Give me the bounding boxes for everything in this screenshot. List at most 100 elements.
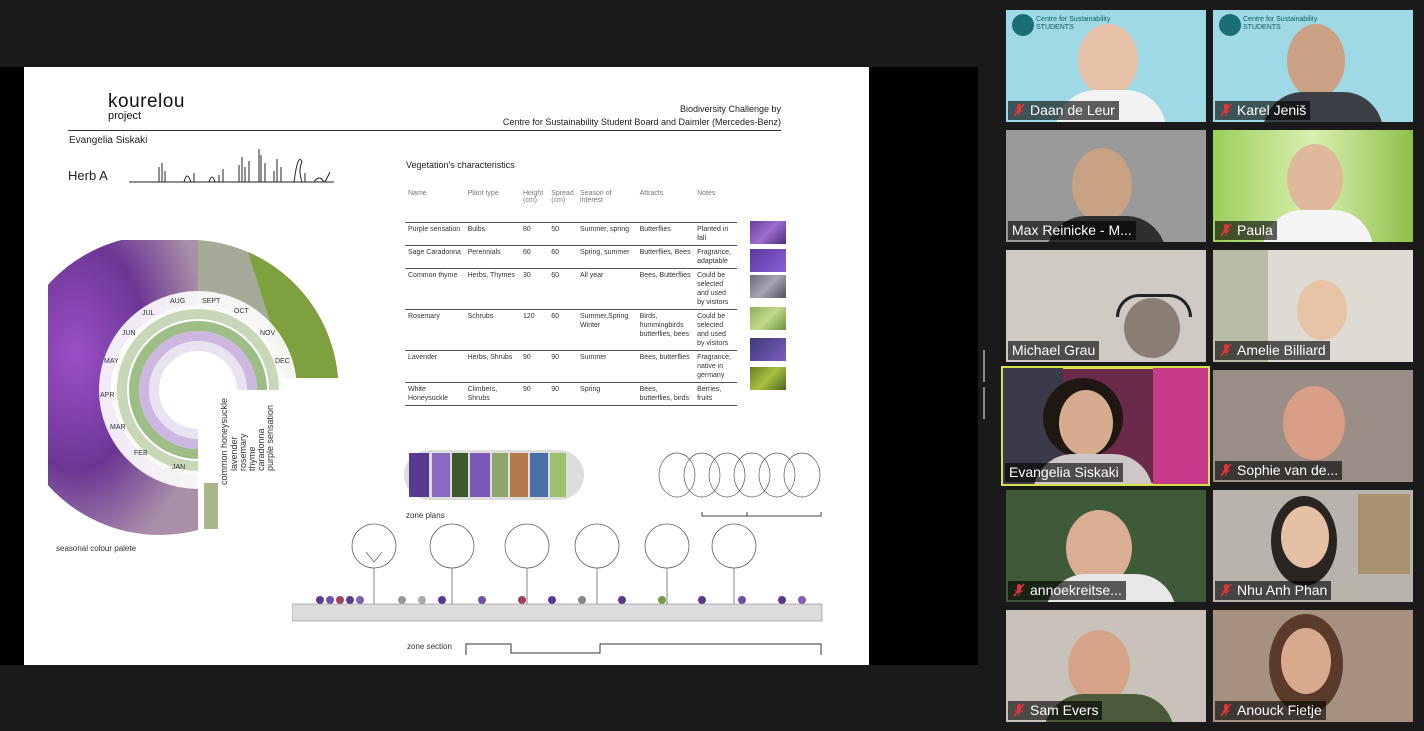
participant-tile[interactable]: Centre for Sustainability STUDENTS Karel … bbox=[1213, 10, 1413, 122]
col-header-plant-type: Plant type bbox=[467, 190, 499, 197]
month-nov: NOV bbox=[260, 330, 276, 337]
participant-tile[interactable]: Centre for Sustainability STUDENTS Daan d… bbox=[1006, 10, 1206, 122]
participant-name: Michael Grau bbox=[1012, 342, 1096, 358]
ring-label-purple-sensation: purple sensation bbox=[265, 404, 275, 471]
participant-name-label: Amelie Billiard bbox=[1215, 341, 1330, 360]
mic-muted-icon bbox=[1220, 343, 1232, 357]
participant-name: Max Reinicke - M... bbox=[1012, 222, 1132, 238]
cell: Perennials bbox=[464, 245, 520, 269]
cell: Herbs, Thymes bbox=[464, 268, 520, 310]
cell: 90 bbox=[548, 382, 578, 406]
month-mar: MAR bbox=[110, 424, 126, 431]
participant-tile[interactable]: Paula bbox=[1213, 130, 1413, 242]
participant-name: Evangelia Siskaki bbox=[1009, 464, 1119, 480]
zone-section-scale bbox=[465, 643, 822, 655]
cell: Summer bbox=[577, 350, 637, 383]
zone-section-label: zone section bbox=[407, 642, 452, 651]
month-jan: JAN bbox=[172, 464, 186, 471]
mic-muted-icon bbox=[1013, 103, 1025, 117]
participant-tile[interactable]: Anouck Fietje bbox=[1213, 610, 1413, 722]
participant-name: Anouck Fietje bbox=[1237, 702, 1322, 718]
participant-tile-active-speaker[interactable]: Evangelia Siskaki bbox=[1001, 366, 1210, 486]
headphones-icon bbox=[1116, 294, 1192, 317]
herb-label: Herb A bbox=[68, 168, 108, 183]
cell: Purple sensation bbox=[405, 222, 465, 246]
participant-name: Sam Evers bbox=[1030, 702, 1099, 718]
brand-logo-icon bbox=[1219, 14, 1241, 36]
participant-video bbox=[1059, 390, 1113, 456]
plant-thumbnail bbox=[750, 221, 786, 244]
month-aug: AUG bbox=[170, 298, 186, 305]
participant-video bbox=[1078, 24, 1138, 96]
panel-resize-handle[interactable] bbox=[983, 350, 989, 419]
cell: Could be selected and used by visitors bbox=[694, 268, 737, 310]
participant-tile[interactable]: Amelie Billiard bbox=[1213, 250, 1413, 362]
participant-video bbox=[1287, 24, 1345, 98]
participant-name: Sophie van de... bbox=[1237, 462, 1339, 478]
participant-video bbox=[1283, 386, 1345, 460]
participant-video bbox=[1281, 628, 1331, 694]
participant-name-label: Nhu Anh Phan bbox=[1215, 581, 1332, 600]
participant-name-label: Michael Grau bbox=[1008, 341, 1100, 360]
table-row: Rosemary Schrubs 120 60 Summer,Spring Winter… bbox=[405, 309, 737, 351]
participant-name: Karel Jeniš bbox=[1237, 102, 1307, 118]
participant-tile[interactable]: Michael Grau bbox=[1006, 250, 1206, 362]
plant-silhouette-sketch bbox=[129, 149, 334, 183]
participant-name-label: Sam Evers bbox=[1008, 701, 1103, 720]
month-sept: SEPT bbox=[202, 298, 221, 305]
cell: All year bbox=[577, 268, 637, 310]
participant-tile[interactable]: annoekreitse... bbox=[1006, 490, 1206, 602]
project-logo-subtitle: project bbox=[108, 110, 142, 122]
header-divider bbox=[68, 130, 781, 131]
participant-name: annoekreitse... bbox=[1030, 582, 1122, 598]
cell: White Honeysuckle bbox=[405, 382, 465, 406]
col-header-season: Season of interest bbox=[580, 190, 612, 204]
cell: Bulbs bbox=[464, 222, 520, 246]
participant-name-label: Sophie van de... bbox=[1215, 461, 1343, 480]
participant-name: Amelie Billiard bbox=[1237, 342, 1326, 358]
vegetation-table: Name Plant type Height (cm) Spread (cm) … bbox=[405, 187, 737, 406]
col-header-name: Name bbox=[408, 190, 427, 197]
cell: Bees, butterflies, birds bbox=[636, 382, 695, 406]
table-row: Purple sensation Bulbs 80 50 Summer, spring B… bbox=[405, 222, 737, 246]
col-header-notes: Notes bbox=[697, 190, 716, 197]
cell: Fragrance, adaptable bbox=[694, 245, 737, 269]
shelf-background bbox=[1358, 494, 1410, 574]
cell: Common thyme bbox=[405, 268, 465, 310]
cell: 60 bbox=[548, 268, 578, 310]
participant-tile[interactable]: Sophie van de... bbox=[1213, 370, 1413, 482]
cell: Sage Caradonna bbox=[405, 245, 465, 269]
screen-share-area: kourelou project Biodiversity Challenge … bbox=[0, 0, 990, 731]
participant-tile[interactable]: Sam Evers bbox=[1006, 610, 1206, 722]
palette-swatch bbox=[204, 483, 218, 529]
table-row: Lavender Herbs, Shrubs 90 90 Summer Bees, but… bbox=[405, 350, 737, 383]
mic-muted-icon bbox=[1220, 463, 1232, 477]
participant-name-label: Evangelia Siskaki bbox=[1005, 463, 1123, 482]
cell: Could be selected and used by visitors bbox=[694, 309, 737, 351]
participant-name-label: annoekreitse... bbox=[1008, 581, 1126, 600]
cell: Butterflies, Bees bbox=[636, 245, 695, 269]
slide-header-line-2: Centre for Sustainability Student Board … bbox=[502, 117, 781, 127]
mic-muted-icon bbox=[1013, 583, 1025, 597]
mic-muted-icon bbox=[1013, 703, 1025, 717]
cell: Planted in fall bbox=[694, 222, 737, 246]
plant-thumbnail bbox=[750, 367, 786, 390]
room-background bbox=[1153, 368, 1208, 484]
plant-thumbnail bbox=[750, 275, 786, 298]
cell: 30 bbox=[519, 268, 549, 310]
participant-name-label: Paula bbox=[1215, 221, 1277, 240]
participant-video bbox=[1068, 630, 1130, 704]
slide-header-line-1: Biodiversity Challenge by bbox=[679, 104, 781, 114]
cell: Summer,Spring Winter bbox=[577, 309, 637, 351]
month-oct: OCT bbox=[234, 308, 249, 315]
participant-video bbox=[1297, 280, 1347, 340]
participant-tile[interactable]: Max Reinicke - M... bbox=[1006, 130, 1206, 242]
participant-name-label: Daan de Leur bbox=[1008, 101, 1119, 120]
cell: Herbs, Shrubs bbox=[464, 350, 520, 383]
col-header-height: Height (cm) bbox=[522, 190, 544, 204]
plant-thumbnail bbox=[750, 307, 786, 330]
month-feb: FEB bbox=[134, 450, 148, 457]
mic-muted-icon bbox=[1220, 103, 1232, 117]
participant-tile[interactable]: Nhu Anh Phan bbox=[1213, 490, 1413, 602]
cell: Bees, Butterflies bbox=[636, 268, 695, 310]
